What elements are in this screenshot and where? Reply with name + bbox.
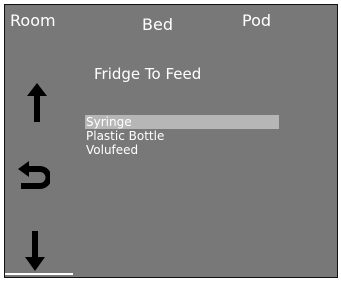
- list-item-plastic-bottle[interactable]: Plastic Bottle: [85, 129, 279, 143]
- tab-room[interactable]: Room: [10, 11, 56, 30]
- list-item-label: Volufeed: [86, 143, 139, 157]
- device-screen: Room Bed Pod Fridge To Feed Syringe Plas…: [4, 4, 338, 278]
- list-item-syringe[interactable]: Syringe: [85, 115, 279, 129]
- tab-bed[interactable]: Bed: [142, 15, 173, 34]
- list-item-label: Syringe: [86, 115, 132, 129]
- list-item-label: Plastic Bottle: [86, 129, 165, 143]
- page-title: Fridge To Feed: [94, 65, 202, 83]
- return-arrow-icon[interactable]: [18, 161, 50, 197]
- arrow-up-icon[interactable]: [27, 83, 47, 123]
- option-list: Syringe Plastic Bottle Volufeed: [85, 115, 279, 157]
- arrow-down-icon[interactable]: [25, 231, 45, 271]
- tab-pod[interactable]: Pod: [242, 11, 271, 30]
- list-item-volufeed[interactable]: Volufeed: [85, 143, 279, 157]
- bottom-divider: [5, 273, 73, 275]
